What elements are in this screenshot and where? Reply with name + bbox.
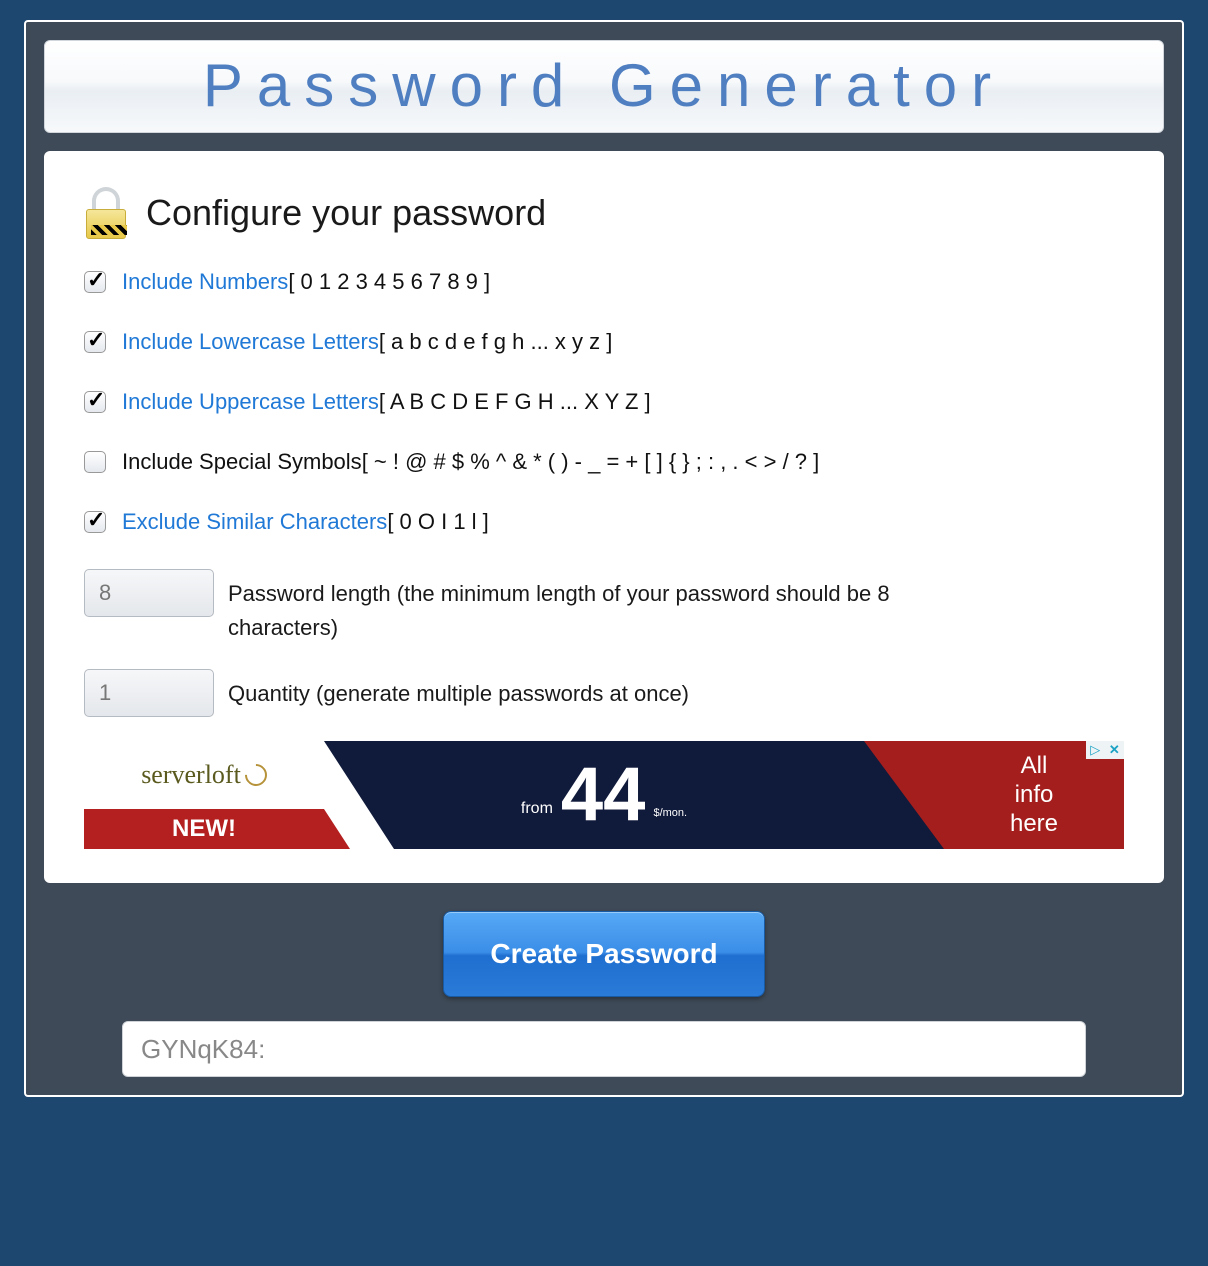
adchoices-triangle-icon: ▷ — [1090, 742, 1100, 758]
option-desc: [ 0 1 2 3 4 5 6 7 8 9 ] — [288, 269, 490, 294]
option-label[interactable]: Include Uppercase Letters — [122, 389, 379, 414]
option-include-lowercase: Include Lowercase Letters[ a b c d e f g… — [84, 329, 1124, 355]
config-header: Configure your password — [84, 187, 1124, 239]
adchoices-icon[interactable]: ▷ ✕ — [1086, 741, 1124, 759]
checkbox-include-uppercase[interactable] — [84, 391, 106, 413]
password-length-row: ▲ ▼ Password length (the minimum length … — [84, 569, 1124, 645]
checkbox-include-numbers[interactable] — [84, 271, 106, 293]
option-desc: [ a b c d e f g h ... x y z ] — [379, 329, 613, 354]
generated-password-field[interactable] — [122, 1021, 1086, 1077]
ad-close-icon[interactable]: ✕ — [1109, 742, 1120, 758]
page-title: Password Generator — [45, 51, 1163, 120]
option-desc: [ ~ ! @ # $ % ^ & * ( ) - _ = + [ ] { } … — [362, 449, 820, 474]
quantity-label: Quantity (generate multiple passwords at… — [228, 669, 689, 711]
lock-icon — [84, 187, 128, 239]
option-desc: [ A B C D E F G H ... X Y Z ] — [379, 389, 651, 414]
option-include-numbers: Include Numbers[ 0 1 2 3 4 5 6 7 8 9 ] — [84, 269, 1124, 295]
option-include-uppercase: Include Uppercase Letters[ A B C D E F G… — [84, 389, 1124, 415]
option-label[interactable]: Include Lowercase Letters — [122, 329, 379, 354]
quantity-row: ▲ ▼ Quantity (generate multiple password… — [84, 669, 1124, 717]
result-row — [44, 1021, 1164, 1077]
app-frame: Password Generator Configure your passwo… — [24, 20, 1184, 1097]
title-bar: Password Generator — [44, 40, 1164, 133]
option-label[interactable]: Exclude Similar Characters — [122, 509, 387, 534]
password-length-label: Password length (the minimum length of y… — [228, 569, 988, 645]
checkbox-include-symbols[interactable] — [84, 451, 106, 473]
create-password-button[interactable]: Create Password — [443, 911, 764, 997]
option-label: Include Special Symbols — [122, 449, 362, 474]
checkbox-include-lowercase[interactable] — [84, 331, 106, 353]
ad-banner[interactable]: serverloft NEW! from 44 $/mon. All info … — [84, 741, 1124, 849]
config-heading: Configure your password — [146, 192, 546, 234]
option-desc: [ 0 O I 1 l ] — [387, 509, 488, 534]
option-include-symbols: Include Special Symbols[ ~ ! @ # $ % ^ &… — [84, 449, 1124, 475]
quantity-input[interactable] — [85, 670, 214, 716]
action-area: Create Password — [44, 911, 1164, 997]
option-exclude-similar: Exclude Similar Characters[ 0 O I 1 l ] — [84, 509, 1124, 535]
quantity-stepper[interactable]: ▲ ▼ — [84, 669, 214, 717]
password-length-input[interactable] — [85, 570, 214, 616]
checkbox-exclude-similar[interactable] — [84, 511, 106, 533]
password-length-stepper[interactable]: ▲ ▼ — [84, 569, 214, 617]
config-panel: Configure your password Include Numbers[… — [44, 151, 1164, 883]
option-label[interactable]: Include Numbers — [122, 269, 288, 294]
